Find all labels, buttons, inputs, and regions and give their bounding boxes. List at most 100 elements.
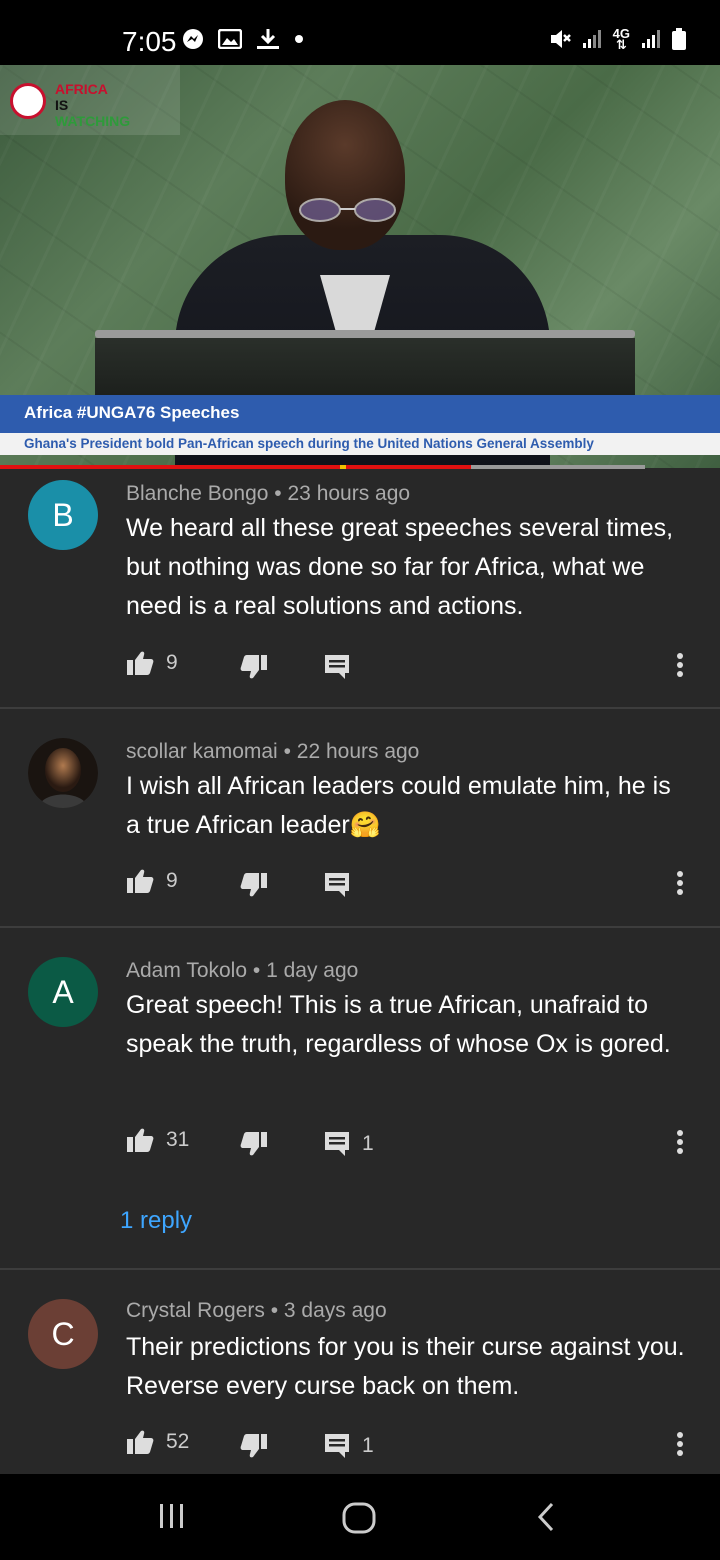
- more-vert-icon: [677, 1130, 683, 1154]
- more-options-button[interactable]: [676, 870, 684, 901]
- logo-line-2: IS: [55, 97, 69, 113]
- avatar-letter: A: [52, 973, 74, 1010]
- network-label: 4G: [612, 26, 630, 41]
- avatar-letter: B: [52, 496, 74, 533]
- comment-author[interactable]: Crystal Rogers: [126, 1299, 265, 1322]
- more-options-button[interactable]: [676, 1129, 684, 1160]
- battery-icon: [672, 28, 686, 50]
- podium-rail: [95, 330, 635, 338]
- gallery-icon: [218, 29, 242, 49]
- system-nav-bar: [0, 1474, 720, 1560]
- dislike-button[interactable]: [240, 1131, 268, 1157]
- dislike-button[interactable]: [240, 1433, 268, 1459]
- reply-count: 1: [362, 1132, 374, 1155]
- dislike-button[interactable]: [240, 654, 268, 680]
- more-vert-icon: [677, 1432, 683, 1456]
- comment-text: I wish all African leaders could emulate…: [126, 772, 671, 839]
- avatar[interactable]: C: [28, 1299, 98, 1369]
- comment-time: 3 days ago: [283, 1299, 387, 1322]
- reply-button[interactable]: [324, 872, 362, 898]
- thumbs-up-icon: [127, 869, 154, 893]
- reply-button[interactable]: [324, 654, 362, 680]
- logo-line-1: AFRICA: [55, 81, 108, 97]
- banner-subtitle: Ghana's President bold Pan-African speec…: [24, 436, 594, 451]
- avatar[interactable]: A: [28, 957, 98, 1027]
- like-button[interactable]: 9: [126, 650, 178, 676]
- status-bar: 7:05 4G ⇅: [0, 0, 720, 65]
- mute-icon: [549, 28, 571, 50]
- messenger-icon: [182, 28, 204, 50]
- comment-text: We heard all these great speeches severa…: [126, 514, 674, 620]
- meta-separator: •: [274, 482, 282, 505]
- banner-title: Africa #UNGA76 Speeches: [24, 403, 240, 422]
- comment-meta: scollar kamomai • 22 hours ago: [126, 740, 419, 764]
- like-count: 31: [166, 1128, 190, 1151]
- back-button[interactable]: [536, 1502, 556, 1537]
- more-vert-icon: [677, 871, 683, 895]
- comment-icon: [325, 1132, 349, 1156]
- like-count: 9: [166, 869, 178, 892]
- comment-author[interactable]: scollar kamomai: [126, 740, 278, 763]
- comment-time: 22 hours ago: [296, 740, 420, 763]
- dot-icon: [294, 34, 304, 44]
- meta-separator: •: [270, 1299, 279, 1322]
- back-icon: [537, 1502, 554, 1532]
- comment-author[interactable]: Adam Tokolo: [126, 959, 247, 982]
- comment-divider: [0, 707, 720, 709]
- reply-count: 1: [362, 1434, 374, 1457]
- video-progress-bar[interactable]: [0, 465, 645, 469]
- dislike-button[interactable]: [240, 872, 268, 898]
- comment-icon: [325, 655, 349, 679]
- comment-icon: [325, 873, 349, 897]
- like-count: 9: [166, 651, 178, 674]
- comment-icon: [325, 1434, 349, 1458]
- like-button[interactable]: 52: [126, 1429, 189, 1455]
- more-options-button[interactable]: [676, 1431, 684, 1462]
- comment-text: Their predictions for you is their curse…: [126, 1333, 685, 1400]
- video-ad-marker: [340, 465, 346, 469]
- recent-apps-icon: [160, 1504, 183, 1528]
- meta-separator: •: [283, 740, 291, 763]
- channel-logo: AFRICA IS WATCHING: [0, 65, 180, 135]
- meta-separator: •: [252, 959, 261, 982]
- view-replies-link[interactable]: 1 reply: [120, 1207, 192, 1235]
- download-icon: [256, 28, 280, 50]
- lower-third-subtitle: Ghana's President bold Pan-African speec…: [0, 433, 720, 455]
- comment-meta: Blanche Bongo • 23 hours ago: [126, 482, 410, 506]
- thumbs-up-icon: [127, 651, 154, 675]
- status-notification-icons: [182, 28, 304, 50]
- more-options-button[interactable]: [676, 652, 684, 683]
- comment-text: Great speech! This is a true African, un…: [126, 991, 671, 1058]
- reply-button[interactable]: 1: [324, 1131, 374, 1157]
- recent-apps-button[interactable]: [158, 1502, 186, 1535]
- comment-author[interactable]: Blanche Bongo: [126, 482, 268, 505]
- status-system-icons: 4G ⇅: [549, 26, 686, 52]
- video-progress-played: [0, 465, 471, 469]
- like-count: 52: [166, 1430, 190, 1453]
- home-button[interactable]: [342, 1502, 376, 1539]
- lower-third-banner: Africa #UNGA76 Speeches: [0, 395, 720, 433]
- home-icon: [342, 1502, 376, 1534]
- like-button[interactable]: 31: [126, 1127, 189, 1153]
- more-vert-icon: [677, 653, 683, 677]
- comment-divider: [0, 926, 720, 928]
- logo-line-3: WATCHING: [55, 113, 131, 129]
- avatar[interactable]: [28, 738, 98, 808]
- signal-icon-2: [640, 28, 662, 50]
- like-button[interactable]: 9: [126, 868, 178, 894]
- profile-photo-avatar: [28, 738, 98, 808]
- thumbs-down-icon: [240, 1132, 267, 1156]
- thumbs-up-icon: [127, 1128, 154, 1152]
- reply-button[interactable]: 1: [324, 1433, 374, 1459]
- comment-time: 1 day ago: [266, 959, 359, 982]
- avatar[interactable]: B: [28, 480, 98, 550]
- avatar-letter: C: [51, 1315, 75, 1352]
- thumbs-down-icon: [240, 1434, 267, 1458]
- 4g-icon: 4G ⇅: [612, 26, 630, 52]
- thumbs-up-icon: [127, 1430, 154, 1454]
- video-player[interactable]: AFRICA IS WATCHING Africa #UNGA76 Speech…: [0, 65, 720, 468]
- comment-meta: Crystal Rogers • 3 days ago: [126, 1299, 387, 1323]
- speaker-glasses: [299, 198, 396, 222]
- comment-actions: 9: [126, 868, 706, 900]
- comment-actions: 31 1: [126, 1127, 706, 1159]
